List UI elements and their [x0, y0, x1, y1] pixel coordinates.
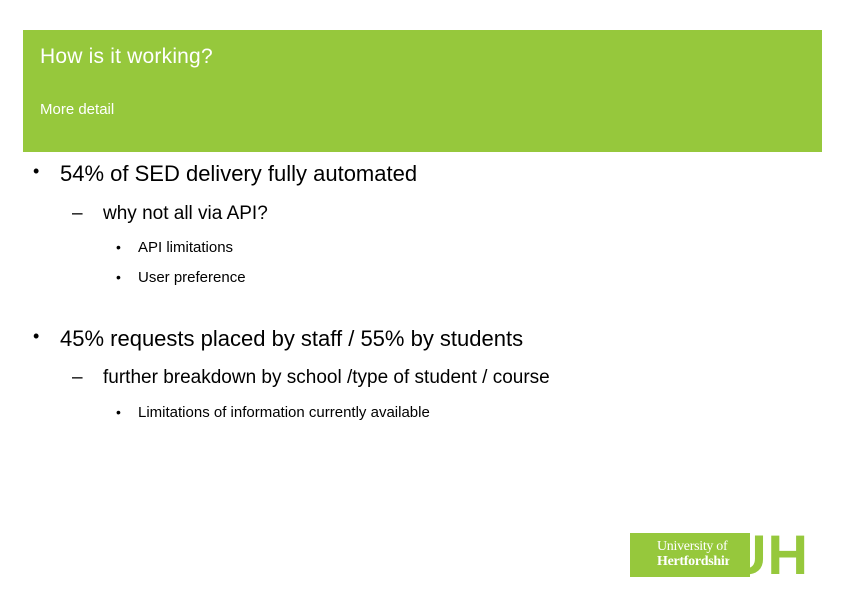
logo-uh-mark: UH — [726, 523, 809, 586]
bullet-marker-icon: • — [33, 161, 40, 181]
bullet-level1: • 45% requests placed by staff / 55% by … — [0, 325, 842, 353]
page-title: How is it working? — [40, 45, 213, 68]
university-logo: University of Hertfordshire UH — [630, 527, 822, 583]
bullet-level2: – why not all via API? — [0, 202, 842, 227]
bullet-text: Limitations of information currently ava… — [138, 403, 430, 421]
slide: How is it working? More detail • 54% of … — [0, 0, 842, 596]
bullet-dash-icon: – — [72, 367, 83, 389]
bullet-text: 54% of SED delivery fully automated — [60, 161, 418, 186]
logo-line-1: University of — [657, 539, 728, 554]
bullet-marker-icon: • — [116, 239, 121, 256]
bullet-text: further breakdown by school /type of stu… — [103, 367, 550, 389]
bullet-dash-icon: – — [72, 202, 83, 224]
bullet-level3: • Limitations of information currently a… — [0, 403, 842, 423]
slide-body: • 54% of SED delivery fully automated – … — [0, 160, 842, 423]
bullet-text: why not all via API? — [103, 202, 268, 224]
bullet-text: API limitations — [138, 239, 234, 257]
bullet-level3: • API limitations — [0, 238, 842, 258]
bullet-text: 45% requests placed by staff / 55% by st… — [60, 325, 524, 351]
bullet-marker-icon: • — [116, 269, 121, 286]
bullet-level2: – further breakdown by school /type of s… — [0, 366, 842, 391]
logo-line-2: Hertfordshire — [657, 554, 737, 569]
page-subtitle: More detail — [40, 101, 115, 118]
bullet-marker-icon: • — [116, 403, 121, 420]
bullet-level1: • 54% of SED delivery fully automated — [0, 160, 842, 188]
bullet-level3: • User preference — [0, 268, 842, 288]
bullet-marker-icon: • — [33, 325, 40, 346]
bullet-text: User preference — [138, 269, 246, 287]
